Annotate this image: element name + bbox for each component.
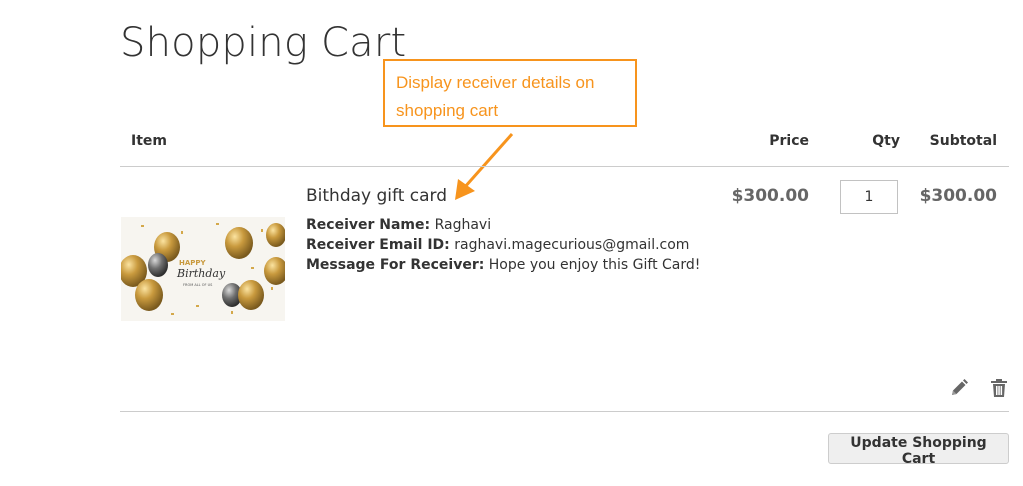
option-value: Raghavi [434, 217, 492, 233]
svg-text:Birthday: Birthday [176, 267, 226, 280]
option-value: raghavi.magecurious@gmail.com [454, 237, 690, 253]
column-header-qty: Qty [872, 133, 900, 149]
option-label: Message For Receiver: [306, 257, 485, 273]
pencil-icon[interactable] [949, 378, 969, 398]
quantity-input[interactable] [840, 180, 898, 214]
birthday-card-image: HAPPY Birthday FROM ALL OF US [121, 217, 285, 321]
option-label: Receiver Name: [306, 217, 431, 233]
item-price: $300.00 [731, 186, 809, 206]
table-divider [120, 166, 1009, 167]
table-divider-bottom [120, 411, 1009, 412]
option-receiver-message: Message For Receiver: Hope you enjoy thi… [306, 255, 700, 275]
option-receiver-email: Receiver Email ID: raghavi.magecurious@g… [306, 235, 700, 255]
item-subtotal: $300.00 [919, 186, 997, 206]
column-header-price: Price [769, 133, 809, 149]
product-name-link[interactable]: Bithday gift card [306, 186, 447, 206]
product-image[interactable]: HAPPY Birthday FROM ALL OF US [121, 217, 285, 321]
option-value: Hope you enjoy this Gift Card! [488, 257, 701, 273]
update-cart-button[interactable]: Update Shopping Cart [828, 433, 1009, 467]
option-receiver-name: Receiver Name: Raghavi [306, 215, 700, 235]
column-header-item: Item [131, 133, 167, 149]
trash-icon[interactable] [990, 378, 1008, 398]
svg-text:FROM ALL OF US: FROM ALL OF US [183, 283, 213, 287]
column-header-subtotal: Subtotal [929, 133, 997, 149]
svg-text:HAPPY: HAPPY [179, 259, 207, 267]
option-label: Receiver Email ID: [306, 237, 450, 253]
item-options-list: Receiver Name: Raghavi Receiver Email ID… [306, 215, 700, 275]
